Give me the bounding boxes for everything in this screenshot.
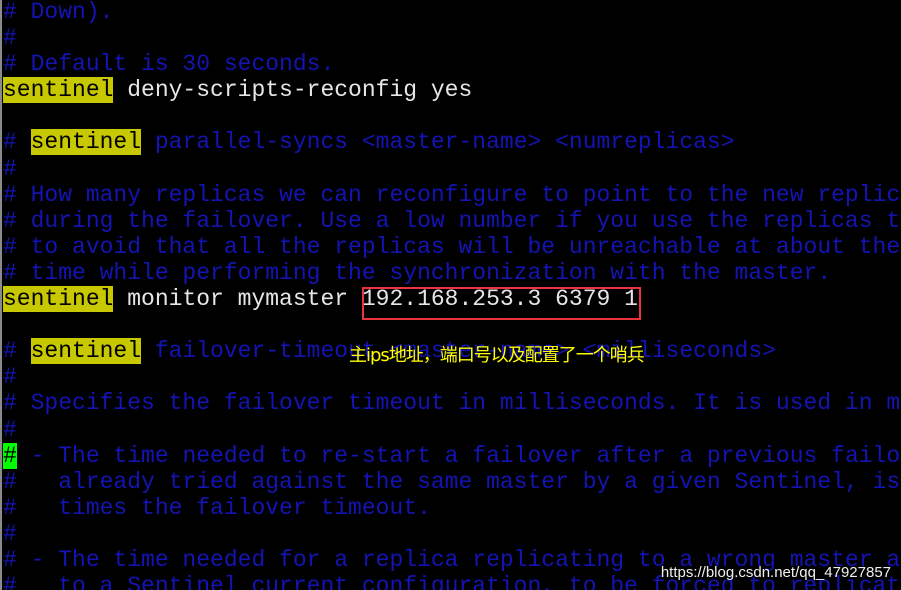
editor-line[interactable]: # Default is 30 seconds. [3,51,901,77]
comment-text: # [3,364,17,391]
comment-text: # Default is 30 seconds. [3,51,335,78]
editor-line[interactable]: # time while performing the synchronizat… [3,260,901,286]
editor-line[interactable]: # [3,156,901,182]
editor-line[interactable]: # sentinel parallel-syncs <master-name> … [3,129,901,156]
comment-text: # [3,338,31,365]
editor-line[interactable]: # - The time needed to re-start a failov… [3,442,901,469]
editor-line[interactable]: sentinel deny-scripts-reconfig yes [3,77,901,104]
comment-text: # [3,520,17,547]
editor-line[interactable]: # [3,521,901,547]
editor-line[interactable]: # [3,25,901,51]
comment-text: # to avoid that all the replicas will be… [3,233,901,260]
annotation-highlight-box [362,287,641,320]
config-text: deny-scripts-reconfig yes [113,77,473,104]
comment-text: # [3,25,17,52]
comment-text: # Down). [3,0,114,25]
comment-text: # during the failover. Use a low number … [3,207,901,234]
window-left-border [0,0,2,590]
editor-line[interactable]: # to avoid that all the replicas will be… [3,234,901,260]
editor-line[interactable]: # times the failover timeout. [3,495,901,521]
editor-line[interactable]: # How many replicas we can reconfigure t… [3,182,901,208]
editor-line[interactable]: # during the failover. Use a low number … [3,208,901,234]
comment-text: # Specifies the failover timeout in mill… [3,390,901,417]
search-match: sentinel [3,286,114,313]
editor-line[interactable]: # already tried against the same master … [3,469,901,495]
editor-line[interactable]: # [3,364,901,390]
comment-text: # [3,416,17,443]
watermark: https://blog.csdn.net/qq_47927857 [660,564,891,581]
search-match: sentinel [30,338,142,365]
editor-line[interactable]: # Down). [3,0,901,25]
editor-line[interactable] [3,103,901,129]
comment-text: # How many replicas we can reconfigure t… [3,181,901,208]
comment-text: - The time needed to re-start a failover… [16,442,901,469]
editor-line[interactable]: # Specifies the failover timeout in mill… [3,390,901,416]
comment-text: # [3,129,31,156]
comment-text: parallel-syncs <master-name> <numreplica… [141,129,735,156]
comment-text: # already tried against the same master … [3,468,901,495]
comment-text: # [3,155,17,182]
comment-text: # times the failover timeout. [3,494,431,521]
editor-line[interactable]: # [3,417,901,443]
search-match: sentinel [3,77,114,104]
text-cursor: # [3,442,17,469]
search-match: sentinel [30,129,142,156]
annotation-text: 主ips地址，端口号以及配置了一个哨兵 [349,345,645,366]
comment-text: # time while performing the synchronizat… [3,259,832,286]
